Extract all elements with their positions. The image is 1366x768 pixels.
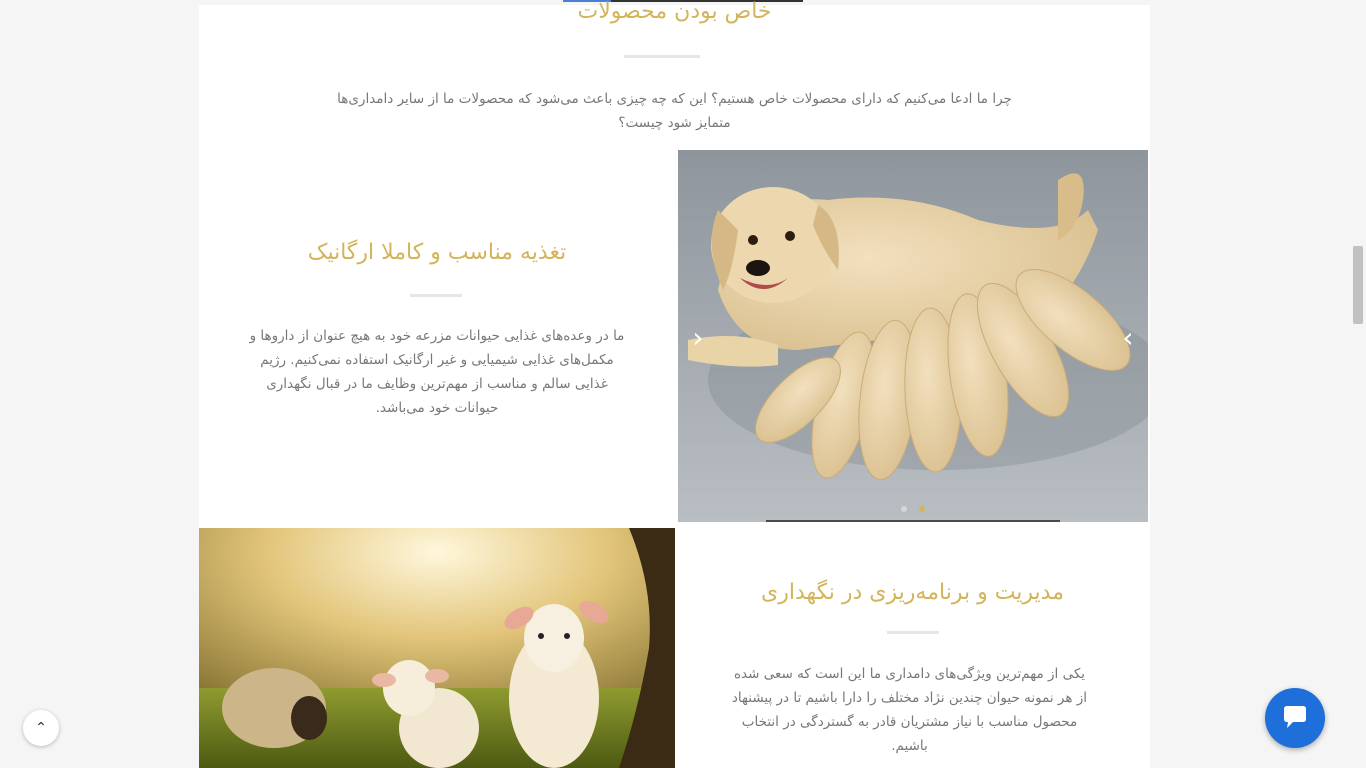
title-divider (624, 55, 700, 58)
feature-divider (410, 294, 462, 297)
intro-block: خاص بودن محصولات چرا ما ادعا می‌کنیم که … (199, 0, 1150, 148)
feature-title: مدیریت و برنامه‌ریزی در نگهداری (760, 580, 1065, 605)
slider-next-button[interactable]: › (1116, 323, 1140, 353)
slider-prev-button[interactable]: ‹ (686, 323, 710, 353)
slider-dots (678, 497, 1148, 516)
slider-progress-bar (766, 520, 1060, 522)
slider-dot-2[interactable] (919, 506, 925, 512)
image-slider[interactable]: ‹ › (678, 150, 1148, 522)
chevron-up-icon: ⌃ (35, 720, 47, 736)
lambs-image (199, 528, 675, 768)
feature-management: مدیریت و برنامه‌ریزی در نگهداری یکی از م… (675, 528, 1150, 768)
scroll-to-top-button[interactable]: ⌃ (23, 710, 59, 746)
page-scrollbar[interactable] (1353, 246, 1363, 324)
chevron-right-icon: › (1122, 321, 1134, 354)
feature-organic-feeding: تغذیه مناسب و کاملا ارگانیک ما در وعده‌ه… (199, 148, 675, 528)
feature-text: یکی از مهم‌ترین ویژگی‌های دامداری ما این… (731, 666, 1088, 754)
feature-title: تغذیه مناسب و کاملا ارگانیک (307, 240, 567, 265)
slider-dot-1[interactable] (901, 506, 907, 512)
chat-bubble-icon (1284, 706, 1306, 728)
chevron-left-icon: ‹ (692, 321, 704, 354)
feature-text: ما در وعده‌های غذایی حیوانات مزرعه خود ب… (249, 328, 625, 416)
chat-button[interactable] (1265, 688, 1325, 748)
feature-divider (887, 631, 939, 634)
dog-with-puppies-image (678, 150, 1148, 522)
section-description: چرا ما ادعا می‌کنیم که دارای محصولات خاص… (337, 91, 1012, 131)
section-title: خاص بودن محصولات (577, 0, 772, 24)
